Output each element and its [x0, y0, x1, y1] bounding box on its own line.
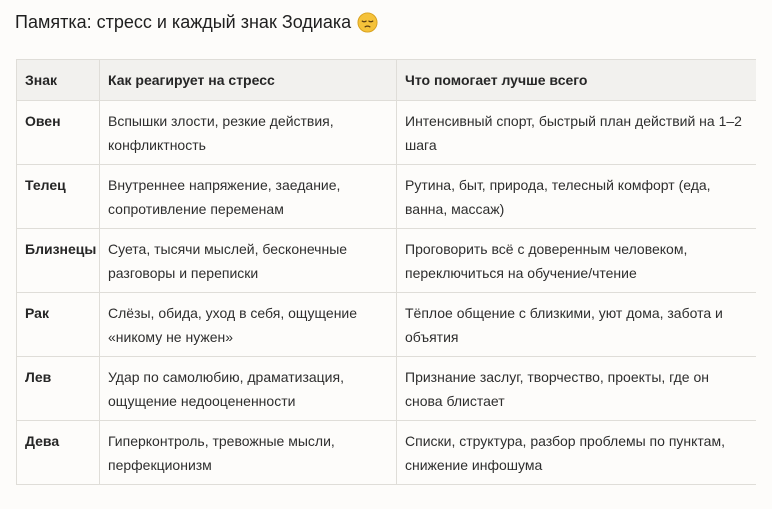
column-header-sign: Знак [16, 59, 100, 101]
help-cell: Интенсивный спорт, быстрый план действий… [396, 100, 756, 165]
column-header-reaction: Как реагирует на стресс [99, 59, 397, 101]
reaction-cell: Удар по самолюбию, драматизация, ощущени… [99, 356, 397, 421]
sign-cell: Рак [16, 292, 100, 357]
reaction-cell: Гиперконтроль, тревожные мысли, перфекци… [99, 420, 397, 485]
reaction-cell: Слёзы, обида, уход в себя, ощущение «ник… [99, 292, 397, 357]
pensive-face-icon [357, 11, 378, 33]
help-cell: Признание заслуг, творчество, проекты, г… [396, 356, 756, 421]
table-row: Лев Удар по самолюбию, драматизация, ощу… [16, 356, 756, 421]
sign-cell: Дева [16, 420, 100, 485]
sign-cell: Близнецы [16, 228, 100, 293]
zodiac-stress-table: Знак Как реагирует на стресс Что помогае… [16, 59, 756, 485]
sign-cell: Телец [16, 164, 100, 229]
sign-cell: Лев [16, 356, 100, 421]
reaction-cell: Вспышки злости, резкие действия, конфлик… [99, 100, 397, 165]
column-header-help: Что помогает лучше всего [396, 59, 756, 101]
table-row: Рак Слёзы, обида, уход в себя, ощущение … [16, 292, 756, 357]
table-row: Дева Гиперконтроль, тревожные мысли, пер… [16, 420, 756, 485]
help-cell: Списки, структура, разбор проблемы по пу… [396, 420, 756, 485]
table-row: Телец Внутреннее напряжение, заедание, с… [16, 164, 756, 229]
table-row: Овен Вспышки злости, резкие действия, ко… [16, 100, 756, 165]
help-cell: Проговорить всё с доверенным человеком, … [396, 228, 756, 293]
reaction-cell: Суета, тысячи мыслей, бесконечные разгов… [99, 228, 397, 293]
page-title-text: Памятка: стресс и каждый знак Зодиака [15, 11, 352, 32]
zodiac-stress-table-container: Знак Как реагирует на стресс Что помогае… [16, 59, 756, 509]
table-header-row: Знак Как реагирует на стресс Что помогае… [16, 59, 756, 101]
help-cell: Тёплое общение с близкими, уют дома, заб… [396, 292, 756, 357]
table-row: Близнецы Суета, тысячи мыслей, бесконечн… [16, 228, 756, 293]
help-cell: Рутина, быт, природа, телесный комфорт (… [396, 164, 756, 229]
sign-cell: Овен [16, 100, 100, 165]
page-title: Памятка: стресс и каждый знак Зодиака [15, 9, 378, 35]
reaction-cell: Внутреннее напряжение, заедание, сопроти… [99, 164, 397, 229]
